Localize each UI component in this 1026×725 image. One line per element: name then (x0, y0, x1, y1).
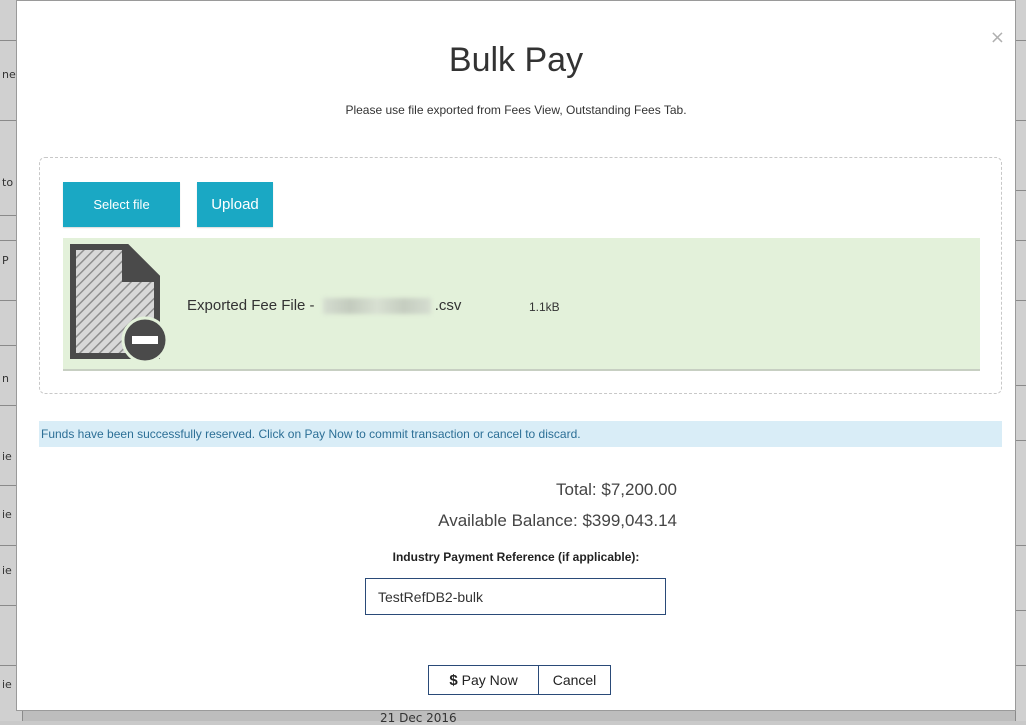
file-name: Exported Fee File - .csv (187, 297, 462, 315)
bg-fragment: ie (2, 564, 12, 577)
bg-fragment: ie (2, 678, 12, 691)
bg-fragment: ne (2, 68, 16, 81)
upload-button[interactable]: Upload (197, 182, 273, 227)
pay-now-label: Pay Now (461, 672, 518, 688)
modal-actions: $ Pay Now Cancel (428, 665, 611, 695)
modal-title: Bulk Pay (448, 41, 584, 79)
payment-reference-label: Industry Payment Reference (if applicabl… (392, 550, 640, 564)
reservation-alert: Funds have been successfully reserved. C… (39, 421, 1002, 447)
available-balance: Available Balance: $399,043.14 (438, 511, 677, 530)
file-size: 1.1kB (529, 300, 560, 314)
bg-fragment: P (2, 254, 9, 267)
uploaded-file-row: Exported Fee File - .csv 1.1kB (63, 238, 980, 371)
redacted-filename (322, 298, 431, 315)
select-file-button[interactable]: Select file (63, 182, 180, 227)
bg-fragment: ie (2, 450, 12, 463)
cancel-button[interactable]: Cancel (539, 665, 611, 695)
bg-fragment: n (2, 372, 9, 385)
pay-now-button[interactable]: $ Pay Now (428, 665, 539, 695)
payment-reference-input[interactable] (365, 578, 666, 615)
total-amount: Total: $7,200.00 (556, 480, 677, 499)
file-remove-icon[interactable] (69, 244, 173, 364)
bg-fragment: ie (2, 508, 12, 521)
dollar-icon: $ (449, 671, 458, 689)
background-date-text: 21 Dec 2016 (380, 711, 457, 725)
file-name-suffix: .csv (434, 297, 462, 314)
bulk-pay-modal: × Bulk Pay Please use file exported from… (16, 0, 1016, 711)
background-table-right (1015, 0, 1026, 721)
upload-panel: Select file Upload Exported Fee File - .… (39, 157, 1002, 394)
bg-fragment: to (2, 176, 14, 189)
modal-subtitle: Please use file exported from Fees View,… (345, 103, 687, 117)
file-name-prefix: Exported Fee File - (187, 297, 319, 314)
